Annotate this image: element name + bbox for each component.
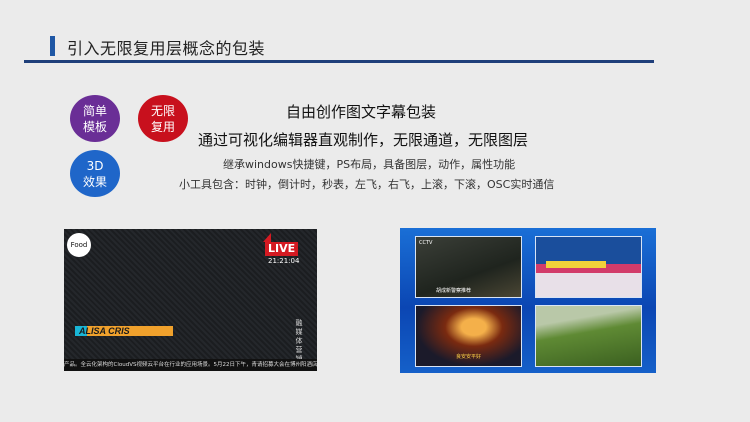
headline: 自由创作图文字幕包装 xyxy=(286,103,437,121)
news-ticker: 产品。全云化架构的CloudVS视频云平台在行业的应用场景。5月22日下午，青请… xyxy=(64,359,317,371)
badge-effects-line2: 效果 xyxy=(82,174,107,189)
badge-template-line2: 模板 xyxy=(82,119,107,134)
title-divider xyxy=(24,60,654,63)
feature-text-2: 小工具包含：时钟，倒计时，秒表，左飞，右飞，上滚，下滚，OSC实时通信 xyxy=(179,178,555,191)
badge-template-line1: 简单 xyxy=(82,103,107,118)
lower-third-name: ALISA CRIS xyxy=(79,326,130,336)
title-accent-bar xyxy=(50,36,55,56)
badge-reuse-line2: 复用 xyxy=(150,119,175,134)
tile2-banner xyxy=(546,261,606,268)
channel-logo: Food xyxy=(67,233,91,257)
multi-channel-preview-right: CCTV 胡成新警察推荐 良安安平好 xyxy=(400,228,656,373)
tile1-caption: 胡成新警察推荐 xyxy=(436,288,472,294)
preview-tile-4 xyxy=(535,305,642,367)
badge-simple-template: 简单 模板 xyxy=(70,95,120,142)
page-title: 引入无限复用层概念的包装 xyxy=(67,39,266,58)
preview-tile-3: 良安安平好 xyxy=(415,305,522,367)
clock-readout: 21:21:04 xyxy=(268,257,300,265)
tile1-channel-badge: CCTV xyxy=(419,240,433,246)
broadcast-preview-left: Food LIVE 21:21:04 ALISA CRIS 融媒体营销 产品。全… xyxy=(64,229,317,371)
badge-unlimited-reuse: 无限 复用 xyxy=(138,95,188,142)
subheadline: 通过可视化编辑器直观制作，无限通道，无限图层 xyxy=(198,131,529,149)
preview-tile-2 xyxy=(535,236,642,298)
live-corner-shape xyxy=(263,233,271,242)
live-badge: LIVE xyxy=(265,242,299,256)
badge-reuse-line1: 无限 xyxy=(150,103,175,118)
preview-tile-1: CCTV 胡成新警察推荐 xyxy=(415,236,522,298)
vertical-caption: 融媒体营销 xyxy=(295,319,303,363)
badge-effects-line1: 3D xyxy=(86,158,104,173)
tile3-caption: 良安安平好 xyxy=(456,354,482,360)
badge-3d-effects: 3D 效果 xyxy=(70,150,120,197)
feature-text-1: 继承windows快捷键，PS布局，具备图层，动作，属性功能 xyxy=(223,158,516,171)
